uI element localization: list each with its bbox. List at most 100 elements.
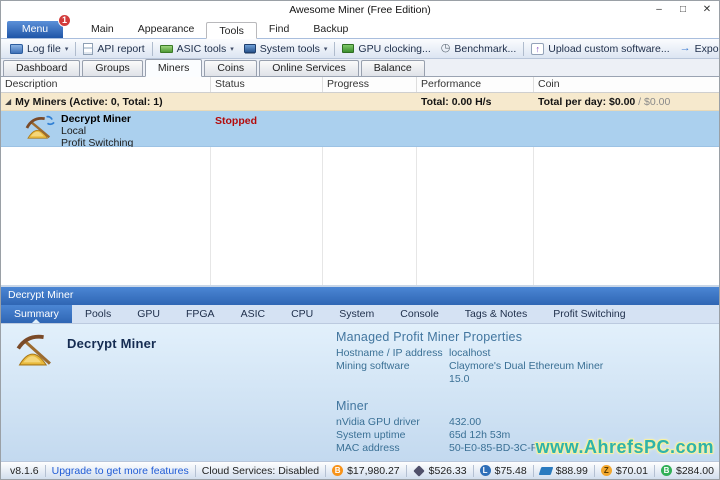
export-button[interactable]: → Export ▾ xyxy=(675,42,719,56)
ethereum-icon xyxy=(412,464,425,477)
tab-profit-switching[interactable]: Profit Switching xyxy=(540,305,638,323)
log-file-icon xyxy=(10,43,23,54)
api-report-button[interactable]: API report xyxy=(78,42,149,56)
table-row-decrypt-miner[interactable]: Decrypt Miner Local Profit Switching Sto… xyxy=(1,111,719,148)
dash-icon xyxy=(538,466,554,475)
upload-label: Upload custom software... xyxy=(548,42,670,55)
bitcoin-cash-icon: B xyxy=(661,465,672,476)
property-value: Claymore's Dual Ethereum Miner 15.0 xyxy=(449,359,604,385)
gpu-clocking-icon xyxy=(342,44,355,53)
tab-balance[interactable]: Balance xyxy=(360,60,425,76)
tab-cpu[interactable]: CPU xyxy=(278,305,326,323)
tab-pools[interactable]: Pools xyxy=(72,305,124,323)
menu-button[interactable]: Menu 1 xyxy=(7,14,71,38)
ribbon-tab-tools[interactable]: Tools xyxy=(206,22,257,39)
zcash-price: Z $70.01 xyxy=(595,465,654,477)
section-title-miner: Miner xyxy=(336,398,369,413)
close-button[interactable]: ✕ xyxy=(695,2,719,19)
benchmark-button[interactable]: ◷ Benchmark... xyxy=(436,42,521,56)
tab-online-services[interactable]: Online Services xyxy=(259,60,359,76)
property-value: 50-E0-85-BD-3C-F6 xyxy=(449,441,543,454)
bitcoin-value: $17,980.27 xyxy=(347,464,400,477)
column-header-progress[interactable]: Progress xyxy=(323,77,417,92)
dash-price: $88.99 xyxy=(534,465,594,477)
litecoin-price: L $75.48 xyxy=(474,465,533,477)
export-label: Export xyxy=(694,42,719,55)
column-header-performance[interactable]: Performance xyxy=(417,77,534,92)
property-label: MAC address xyxy=(336,441,400,454)
tab-system[interactable]: System xyxy=(326,305,387,323)
upgrade-link[interactable]: Upgrade to get more features xyxy=(46,465,195,477)
group-label: ◢ My Miners (Active: 0, Total: 1) xyxy=(1,96,417,108)
column-header-status[interactable]: Status xyxy=(211,77,323,92)
property-value: localhost xyxy=(449,346,491,359)
toolbar: Log file ▾ API report ASIC tools ▾ Syste… xyxy=(1,39,719,59)
detail-panel-header: Decrypt Miner xyxy=(1,286,719,305)
upload-custom-software-button[interactable]: ↑ Upload custom software... xyxy=(526,42,674,56)
toolbar-separator xyxy=(75,41,77,56)
tab-console[interactable]: Console xyxy=(387,305,452,323)
ribbon-tab-backup[interactable]: Backup xyxy=(301,21,360,38)
gpu-clocking-button[interactable]: GPU clocking... xyxy=(337,42,435,56)
log-file-label: Log file xyxy=(27,42,61,55)
miner-text-block: Decrypt Miner Local Profit Switching xyxy=(61,114,133,148)
version-label: v8.1.6 xyxy=(10,464,39,477)
group-total-per-day-secondary: / $0.00 xyxy=(635,95,671,108)
miner-status: Stopped xyxy=(215,115,257,127)
awesome-miner-window: Awesome Miner (Free Edition) – □ ✕ Menu … xyxy=(0,0,720,480)
status-bar: v8.1.6 Upgrade to get more features Clou… xyxy=(1,461,719,479)
column-divider xyxy=(533,147,534,285)
group-title: My Miners (Active: 0, Total: 1) xyxy=(15,95,163,108)
miner-properties: Managed Profit Miner Properties Hostname… xyxy=(336,330,711,455)
property-label: Mining software xyxy=(336,359,410,372)
tab-tags-notes[interactable]: Tags & Notes xyxy=(452,305,540,323)
window-title: Awesome Miner (Free Edition) xyxy=(289,4,431,16)
ethereum-value: $526.33 xyxy=(428,464,467,477)
tab-asic[interactable]: ASIC xyxy=(228,305,279,323)
tab-fpga[interactable]: FPGA xyxy=(173,305,228,323)
system-tools-label: System tools xyxy=(259,42,320,55)
log-file-button[interactable]: Log file ▾ xyxy=(5,42,73,56)
asic-tools-button[interactable]: ASIC tools ▾ xyxy=(155,42,239,56)
asic-tools-label: ASIC tools xyxy=(176,42,227,55)
miner-name: Decrypt Miner xyxy=(61,113,132,125)
litecoin-icon: L xyxy=(479,465,491,476)
property-label: System uptime xyxy=(336,428,406,441)
ribbon-tab-appearance[interactable]: Appearance xyxy=(126,21,207,38)
tab-dashboard[interactable]: Dashboard xyxy=(3,60,81,76)
property-row: Mining software Claymore's Dual Ethereum… xyxy=(336,360,711,386)
miner-description-cell: Decrypt Miner Local Profit Switching xyxy=(1,111,211,148)
zcash-icon: Z xyxy=(600,465,612,476)
column-header-coin[interactable]: Coin xyxy=(534,77,719,92)
tab-gpu[interactable]: GPU xyxy=(124,305,173,323)
tab-summary[interactable]: Summary xyxy=(1,304,72,323)
miner-line2: Local xyxy=(61,125,87,137)
api-report-label: API report xyxy=(97,42,145,55)
system-tools-button[interactable]: System tools ▾ xyxy=(239,42,333,56)
group-row-my-miners[interactable]: ◢ My Miners (Active: 0, Total: 1) Total:… xyxy=(1,93,719,111)
column-divider xyxy=(416,147,417,285)
upload-icon: ↑ xyxy=(531,42,545,55)
notification-badge: 1 xyxy=(58,14,71,27)
column-header-description[interactable]: Description xyxy=(1,77,211,92)
toolbar-separator xyxy=(523,41,525,56)
bitcoin-cash-price: B $284.00 xyxy=(655,465,719,477)
maximize-button[interactable]: □ xyxy=(671,2,695,19)
property-label: Hostname / IP address xyxy=(336,346,443,359)
ribbon-tab-main[interactable]: Main xyxy=(79,21,126,38)
tab-groups[interactable]: Groups xyxy=(82,60,143,76)
detail-panel-tab-strip: Summary Pools GPU FPGA ASIC CPU System C… xyxy=(1,304,719,324)
gpu-clocking-label: GPU clocking... xyxy=(358,42,431,55)
property-label: nVidia GPU driver xyxy=(336,415,420,428)
tab-coins[interactable]: Coins xyxy=(204,60,258,76)
cloud-services-status[interactable]: Cloud Services: Disabled xyxy=(196,465,325,477)
minimize-button[interactable]: – xyxy=(647,2,671,19)
bitcoin-icon: B xyxy=(332,465,344,476)
menu-button-label: Menu xyxy=(21,23,49,35)
watermark: www.AhrefsPC.com xyxy=(535,437,714,457)
zcash-value: $70.01 xyxy=(615,464,648,477)
ribbon-tab-find[interactable]: Find xyxy=(257,21,301,38)
expand-collapse-icon[interactable]: ◢ xyxy=(5,97,11,106)
tab-miners[interactable]: Miners xyxy=(144,59,203,77)
toolbar-separator xyxy=(334,41,336,56)
